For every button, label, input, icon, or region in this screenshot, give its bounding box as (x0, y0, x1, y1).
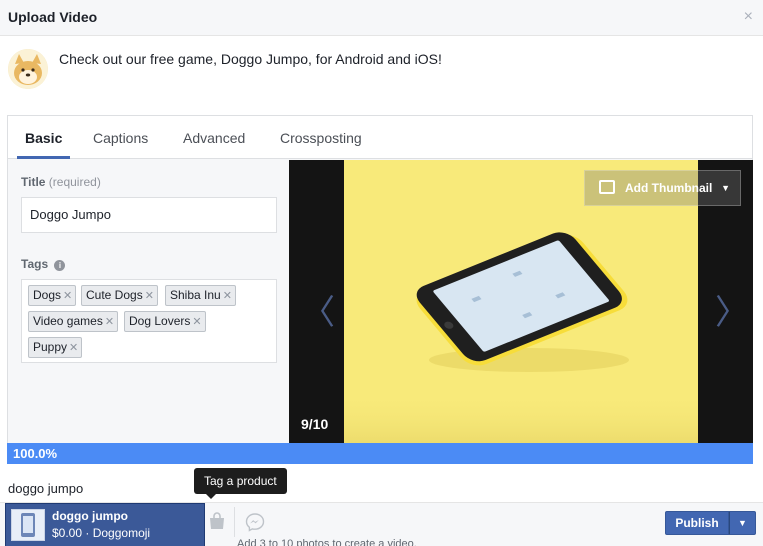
tag-chip: Video games ✕ (28, 311, 119, 332)
thumbnail-counter: 9/10 (301, 416, 329, 432)
remove-tag-icon[interactable]: ✕ (69, 342, 78, 354)
tab-captions[interactable]: Captions (93, 130, 148, 146)
remove-tag-icon[interactable]: ✕ (145, 290, 154, 302)
active-tab-indicator (17, 156, 70, 159)
remove-tag-icon[interactable]: ✕ (223, 290, 232, 302)
meta-separator: · (85, 526, 90, 540)
tooltip-arrow (206, 494, 216, 499)
basic-form: Title (required) Doggo Jumpo Tags i Dogs… (8, 160, 288, 444)
tag-chip: Puppy ✕ (28, 337, 83, 358)
title-label: Title (required) (21, 175, 101, 189)
publish-button[interactable]: Publish (665, 511, 729, 535)
product-name: doggo jumpo (52, 509, 128, 523)
remove-tag-icon[interactable]: ✕ (192, 316, 201, 328)
messenger-icon[interactable] (245, 512, 265, 532)
hint-text: Add 3 to 10 photos to create a video. (237, 538, 417, 546)
add-thumbnail-button[interactable]: Add Thumbnail ▼ (584, 170, 741, 206)
caret-down-icon: ▼ (721, 183, 730, 193)
divider (234, 507, 235, 537)
tagged-product-card[interactable]: doggo jumpo $0.00 · Doggomoji (5, 503, 205, 546)
video-caption[interactable]: doggo jumpo (8, 481, 83, 496)
avatar (8, 49, 48, 89)
tag-label: Cute Dogs (86, 288, 143, 302)
product-store: Doggomoji (92, 526, 151, 540)
product-meta: $0.00 · Doggomoji (52, 526, 150, 540)
tags-input[interactable]: Dogs ✕ Cute Dogs ✕ Shiba Inu ✕ Video games ✕… (21, 279, 277, 363)
tab-bar: Basic Captions Advanced Crossposting (8, 116, 752, 159)
tab-basic[interactable]: Basic (25, 130, 62, 146)
add-thumbnail-label: Add Thumbnail (625, 181, 713, 195)
chevron-left-icon[interactable]: 〈 (301, 285, 335, 334)
tag-chip: Dog Lovers ✕ (124, 311, 206, 332)
tag-chip: Cute Dogs ✕ (81, 285, 158, 306)
upload-panel: Basic Captions Advanced Crossposting Tit… (7, 115, 753, 444)
title-input[interactable]: Doggo Jumpo (21, 197, 277, 233)
tag-label: Video games (33, 314, 103, 328)
tag-chip: Shiba Inu ✕ (165, 285, 236, 306)
tags-label-text: Tags (21, 257, 49, 271)
tag-label: Dogs (33, 288, 62, 302)
product-price: $0.00 (52, 526, 83, 540)
tag-product-tooltip: Tag a product (194, 468, 287, 494)
upload-progress-text: 100.0% (13, 446, 58, 461)
dialog-title: Upload Video (8, 9, 98, 25)
remove-tag-icon[interactable]: ✕ (63, 290, 72, 302)
tags-label: Tags i (21, 257, 66, 271)
remove-tag-icon[interactable]: ✕ (105, 316, 114, 328)
tag-chip: Dogs ✕ (28, 285, 77, 306)
tab-advanced[interactable]: Advanced (183, 130, 245, 146)
info-icon[interactable]: i (54, 260, 66, 271)
product-thumbnail (11, 509, 45, 541)
tab-crossposting[interactable]: Crossposting (280, 130, 362, 146)
post-text[interactable]: Check out our free game, Doggo Jumpo, fo… (59, 51, 442, 67)
tag-label: Dog Lovers (129, 314, 191, 328)
title-required-hint: (required) (48, 175, 101, 189)
shopping-bag-icon[interactable] (207, 512, 227, 530)
dialog-footer: doggo jumpo $0.00 · Doggomoji Add 3 to 1… (0, 502, 763, 546)
thumbnail-preview: 〈 〉 9/10 Add Thumbnail ▼ (289, 160, 753, 444)
tag-label: Shiba Inu (170, 288, 221, 302)
upload-progress-bar: 100.0% (7, 443, 753, 464)
publish-options-caret-icon[interactable]: ▼ (729, 511, 756, 535)
title-label-text: Title (21, 175, 46, 189)
chevron-right-icon[interactable]: 〉 (715, 285, 749, 334)
image-add-icon (599, 180, 615, 194)
close-icon[interactable]: × (744, 8, 753, 26)
post-composer: Check out our free game, Doggo Jumpo, fo… (0, 37, 763, 115)
dialog-header: Upload Video × (0, 0, 763, 36)
tag-label: Puppy (33, 340, 68, 354)
